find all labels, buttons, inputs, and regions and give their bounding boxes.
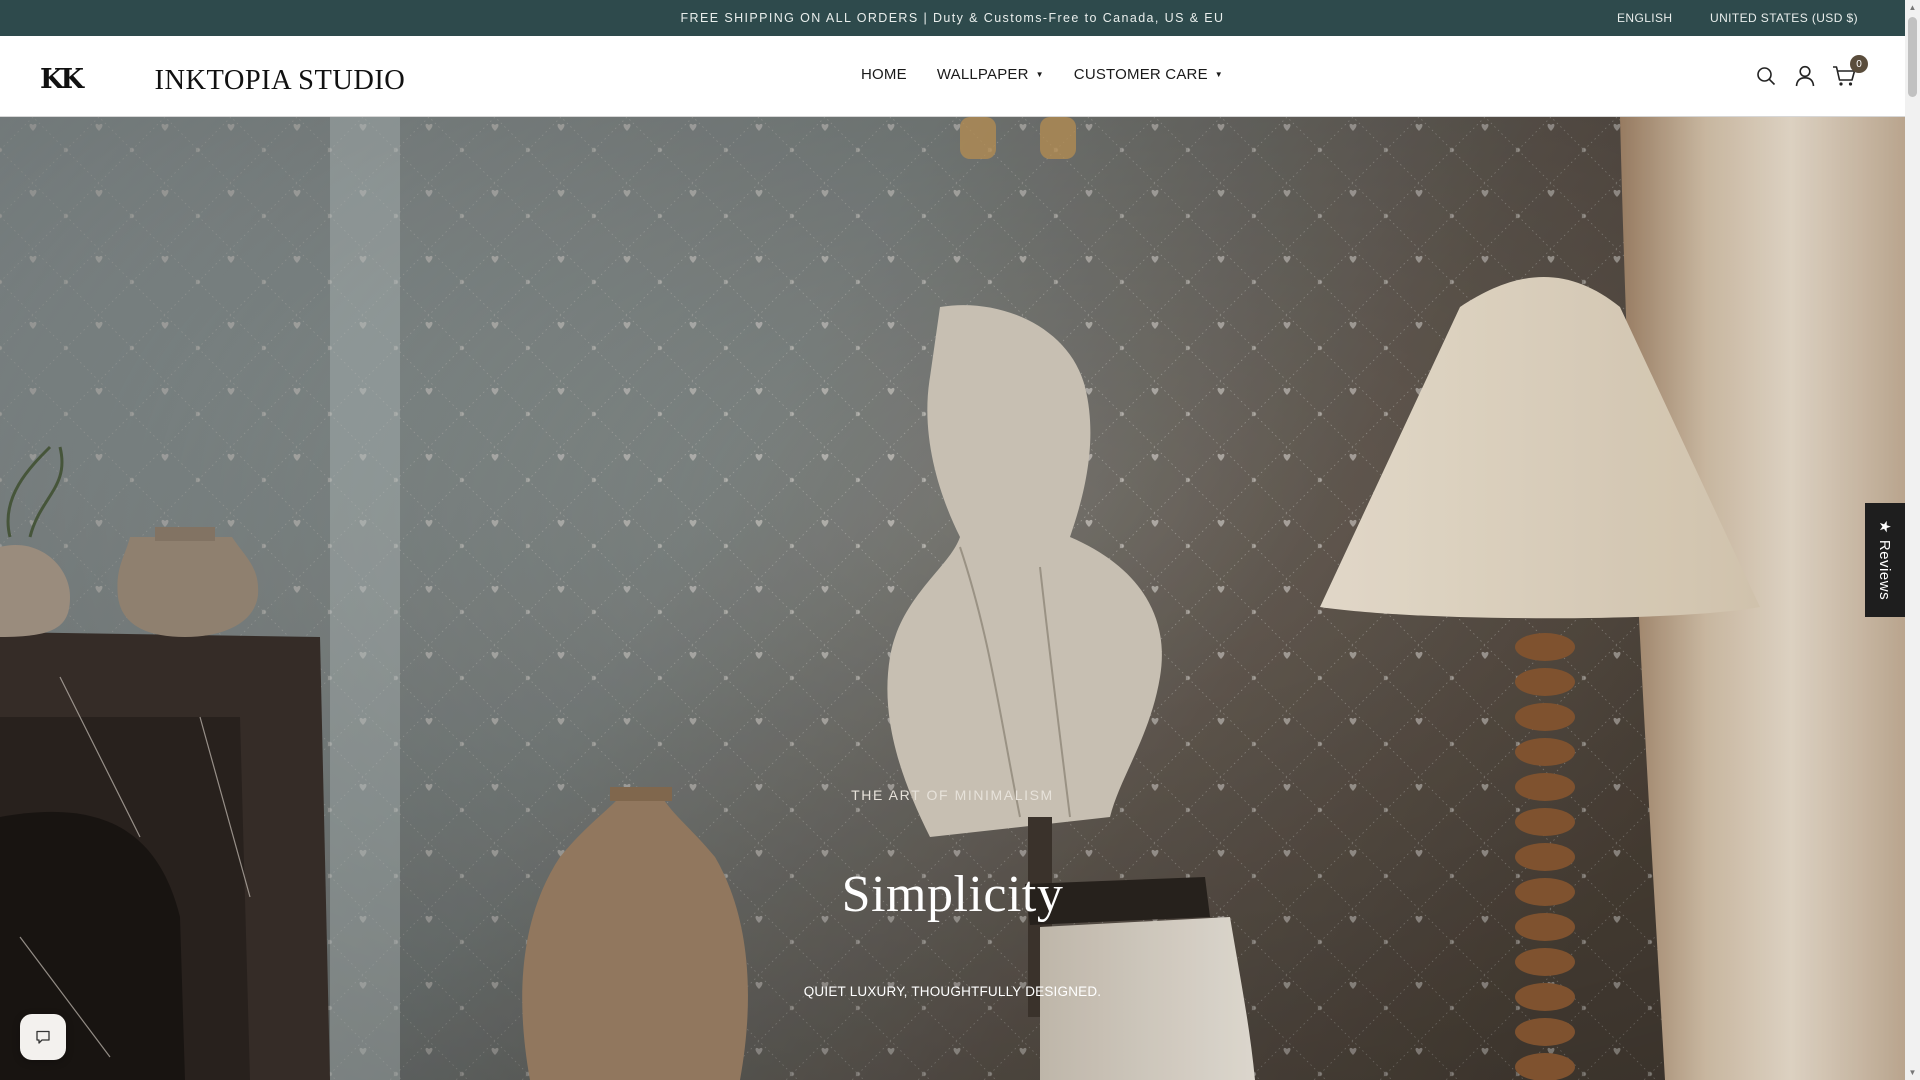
nav-item-wallpaper[interactable]: WALLPAPER ▼ — [937, 66, 1044, 83]
hero-image — [0, 117, 1905, 1080]
search-icon[interactable] — [1752, 62, 1780, 90]
scroll-down-icon[interactable]: ▼ — [1908, 1068, 1917, 1077]
nav-label: HOME — [861, 66, 907, 83]
nav-label: CUSTOMER CARE — [1073, 66, 1208, 83]
caret-down-icon: ▼ — [1214, 70, 1223, 79]
language-selector[interactable]: ENGLISH — [1617, 11, 1672, 25]
nav-item-home[interactable]: HOME — [861, 66, 907, 83]
logo-text: INKTOPIA STUDIO — [154, 64, 406, 96]
scroll-thumb[interactable] — [1908, 17, 1917, 97]
hero-banner: THE ART OF MINIMALISM Simplicity QUIET L… — [0, 117, 1905, 1080]
star-icon: ★ — [1876, 519, 1894, 534]
caret-down-icon: ▼ — [1035, 70, 1044, 79]
country-selector[interactable]: UNITED STATES (USD $) — [1710, 11, 1858, 25]
nav-item-customer-care[interactable]: CUSTOMER CARE ▼ — [1074, 66, 1223, 83]
chat-icon — [36, 1030, 50, 1044]
announcement-bar: FREE SHIPPING ON ALL ORDERS | Duty & Cus… — [0, 0, 1905, 36]
nav-label: WALLPAPER — [936, 66, 1029, 83]
scrollbar[interactable]: ▲ ▼ — [1905, 0, 1920, 1080]
logo-mark: KK — [40, 64, 84, 95]
main-nav: HOME WALLPAPER ▼ CUSTOMER CARE ▼ — [861, 66, 1253, 83]
scroll-up-icon[interactable]: ▲ — [1908, 3, 1917, 12]
hero-subtitle: QUIET LUXURY, THOUGHTFULLY DESIGNED. — [803, 984, 1102, 999]
header-icons: 0 — [1752, 55, 1869, 90]
cart-count-badge: 0 — [1850, 55, 1868, 73]
site-logo[interactable]: KK INKTOPIA STUDIO — [40, 62, 408, 97]
cart-icon[interactable]: 0 — [1830, 55, 1868, 90]
reviews-tab[interactable]: ★ Reviews — [1865, 503, 1905, 617]
hero-eyebrow: THE ART OF MINIMALISM — [851, 787, 1054, 803]
account-icon[interactable] — [1791, 62, 1819, 90]
chat-button[interactable] — [20, 1014, 66, 1060]
hero-title: Simplicity — [841, 866, 1064, 923]
site-header: KK INKTOPIA STUDIO HOME WALLPAPER ▼ CUST… — [0, 36, 1905, 117]
reviews-tab-label: Reviews — [1876, 539, 1894, 601]
